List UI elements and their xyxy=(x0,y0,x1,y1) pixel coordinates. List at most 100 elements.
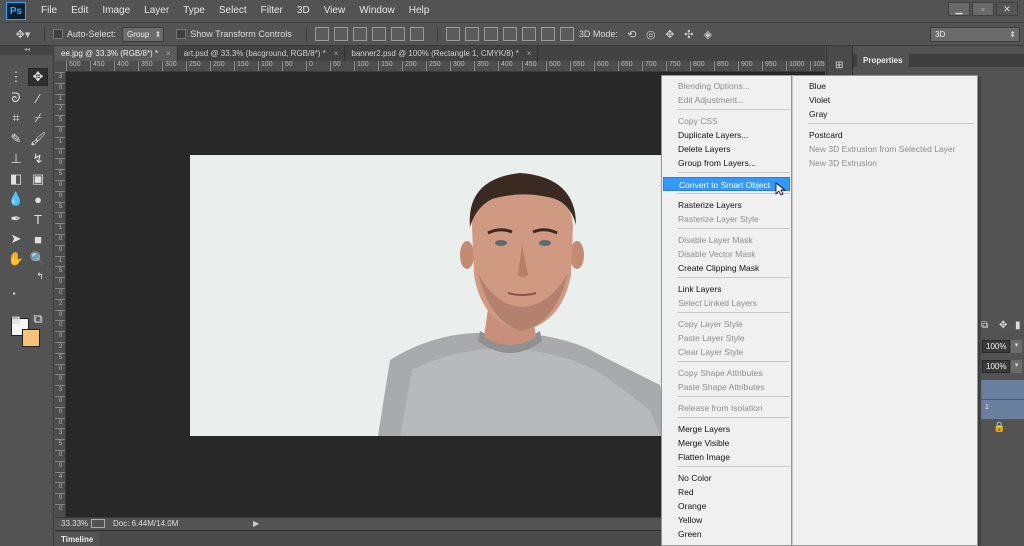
distribute-top-icon[interactable] xyxy=(445,27,460,41)
dodge-tool-icon[interactable]: ● xyxy=(28,190,48,208)
close-tab-icon[interactable]: × xyxy=(527,49,532,58)
move-lock-icon[interactable]: ✥ xyxy=(999,320,1007,331)
menu-edit[interactable]: Edit xyxy=(64,0,95,22)
menu-3d[interactable]: 3D xyxy=(290,0,317,22)
clone-stamp-tool-icon[interactable]: ⊥ xyxy=(6,150,26,168)
quick-selection-tool-icon[interactable]: ⁄ xyxy=(28,89,48,107)
document-canvas[interactable] xyxy=(190,155,670,436)
zoom-level[interactable]: 33.33% xyxy=(61,519,91,528)
horizontal-ruler[interactable]: 500 450 400 350 300 250 200 150 100 50 0 50 100 150 20… xyxy=(66,61,825,72)
type-tool-icon[interactable]: T xyxy=(28,210,48,228)
lasso-tool-icon[interactable]: ᘐ xyxy=(6,89,26,107)
align-bottom-icon[interactable] xyxy=(352,27,367,41)
menu-item-group-from-layers[interactable]: Group from Layers... xyxy=(663,156,790,170)
auto-align-icon[interactable] xyxy=(559,27,574,41)
menu-item-merge-layers[interactable]: Merge Layers xyxy=(663,422,790,436)
workspace-dropdown[interactable]: 3D xyxy=(930,27,1020,42)
brush-tool-icon[interactable]: 🖌 xyxy=(28,130,48,148)
menu-item-gray[interactable]: Gray xyxy=(794,107,976,121)
align-vcenter-icon[interactable] xyxy=(333,27,348,41)
fill-field[interactable]: 100% xyxy=(982,360,1010,373)
menu-window[interactable]: Window xyxy=(352,0,402,22)
menu-item-link-layers[interactable]: Link Layers xyxy=(663,282,790,296)
status-menu-arrow-icon[interactable]: ▶ xyxy=(253,519,259,528)
menu-item-no-color[interactable]: No Color xyxy=(663,471,790,485)
eraser-tool-icon[interactable]: ◧ xyxy=(6,170,26,188)
menu-item-blue[interactable]: Blue xyxy=(794,79,976,93)
show-transform-checkbox[interactable] xyxy=(176,29,187,39)
menu-image[interactable]: Image xyxy=(95,0,137,22)
artboard-lock-icon[interactable]: ▮ xyxy=(1015,320,1021,331)
move-tool-icon[interactable]: ✥ xyxy=(28,68,48,86)
default-colors-icon[interactable]: ▪ xyxy=(4,284,24,302)
swap-colors-icon[interactable]: ↰ xyxy=(30,267,50,285)
menu-help[interactable]: Help xyxy=(402,0,437,22)
eyedropper-tool-icon[interactable]: ⌿ xyxy=(28,109,48,127)
tab-timeline[interactable]: Timeline xyxy=(55,532,100,546)
distribute-vcenter-icon[interactable] xyxy=(464,27,479,41)
auto-select-dropdown[interactable]: Group xyxy=(122,26,165,42)
close-tab-icon[interactable]: × xyxy=(334,49,339,58)
align-right-icon[interactable] xyxy=(409,27,424,41)
3d-scale-icon[interactable]: ◈ xyxy=(700,28,716,41)
align-top-icon[interactable] xyxy=(314,27,329,41)
menu-item-merge-visible[interactable]: Merge Visible xyxy=(663,436,790,450)
path-selection-tool-icon[interactable]: ➤ xyxy=(6,230,26,248)
menu-item-postcard[interactable]: Postcard xyxy=(794,128,976,142)
layer-row[interactable]: 1 xyxy=(981,400,1024,420)
blur-tool-icon[interactable]: 💧 xyxy=(6,190,26,208)
lock-pixels-icon[interactable]: ⧉ xyxy=(981,320,988,331)
3d-rotate-icon[interactable]: ⟲ xyxy=(624,28,640,41)
healing-brush-tool-icon[interactable]: ✎ xyxy=(6,130,26,148)
menu-filter[interactable]: Filter xyxy=(254,0,290,22)
status-info-icon[interactable] xyxy=(91,519,105,528)
crop-tool-icon[interactable]: ⌗ xyxy=(6,109,26,127)
distribute-hcenter-icon[interactable] xyxy=(521,27,536,41)
menu-item-orange[interactable]: Orange xyxy=(663,499,790,513)
menu-file[interactable]: File xyxy=(34,0,64,22)
restore-button[interactable]: ▫ xyxy=(972,2,994,16)
menu-layer[interactable]: Layer xyxy=(137,0,176,22)
close-button[interactable]: ✕ xyxy=(996,2,1018,16)
opacity-dropdown-icon[interactable]: ▾ xyxy=(1011,340,1022,353)
3d-roll-icon[interactable]: ◎ xyxy=(643,28,659,41)
auto-select-checkbox[interactable] xyxy=(53,29,63,39)
history-brush-tool-icon[interactable]: ↯ xyxy=(28,150,48,168)
menu-item-delete-layers[interactable]: Delete Layers xyxy=(663,142,790,156)
align-left-icon[interactable] xyxy=(371,27,386,41)
tab-properties[interactable]: Properties xyxy=(857,54,909,67)
opacity-field[interactable]: 100% xyxy=(982,340,1010,353)
pen-tool-icon[interactable]: ✒ xyxy=(6,210,26,228)
close-tab-icon[interactable]: × xyxy=(166,49,171,58)
menu-item-create-clipping-mask[interactable]: Create Clipping Mask xyxy=(663,261,790,275)
menu-type[interactable]: Type xyxy=(176,0,212,22)
background-color-swatch[interactable] xyxy=(22,329,40,347)
layer-row[interactable] xyxy=(981,380,1024,400)
collapse-toolbar-icon[interactable]: ◂◂ xyxy=(0,46,54,55)
tab-ee-jpg[interactable]: ee.jpg @ 33.3% (RGB/8*) * × xyxy=(55,46,178,61)
fill-dropdown-icon[interactable]: ▾ xyxy=(1011,360,1022,373)
3d-pan-icon[interactable]: ✥ xyxy=(662,28,678,41)
menu-select[interactable]: Select xyxy=(212,0,254,22)
menu-view[interactable]: View xyxy=(317,0,353,22)
menu-item-flatten-image[interactable]: Flatten Image xyxy=(663,450,790,464)
3d-slide-icon[interactable]: ✣ xyxy=(681,28,697,41)
menu-item-violet[interactable]: Violet xyxy=(794,93,976,107)
vertical-ruler[interactable]: 3012501005005010015002000250030003500400… xyxy=(55,72,66,517)
distribute-right-icon[interactable] xyxy=(540,27,555,41)
menu-item-convert-to-smart-object[interactable]: Convert to Smart Object xyxy=(663,177,790,191)
menu-item-green[interactable]: Green xyxy=(663,527,790,541)
distribute-left-icon[interactable] xyxy=(502,27,517,41)
zoom-tool-icon[interactable]: 🔍 xyxy=(28,250,48,268)
quick-mask-icon[interactable]: ◙ xyxy=(6,310,26,328)
menu-item-rasterize-layers[interactable]: Rasterize Layers xyxy=(663,198,790,212)
screen-mode-icon[interactable]: ⧉ xyxy=(28,310,48,328)
rectangle-tool-icon[interactable]: ■ xyxy=(28,230,48,248)
menu-item-red[interactable]: Red xyxy=(663,485,790,499)
move-tool-preset-icon[interactable]: ✥▾ xyxy=(10,25,36,43)
ruler-origin[interactable] xyxy=(55,61,66,72)
gradient-tool-icon[interactable]: ▣ xyxy=(28,170,48,188)
history-panel-icon[interactable]: ⊞ xyxy=(835,60,843,71)
menu-item-yellow[interactable]: Yellow xyxy=(663,513,790,527)
tab-art-psd[interactable]: art.psd @ 33.3% (bacground, RGB/8*) * × xyxy=(177,46,346,61)
